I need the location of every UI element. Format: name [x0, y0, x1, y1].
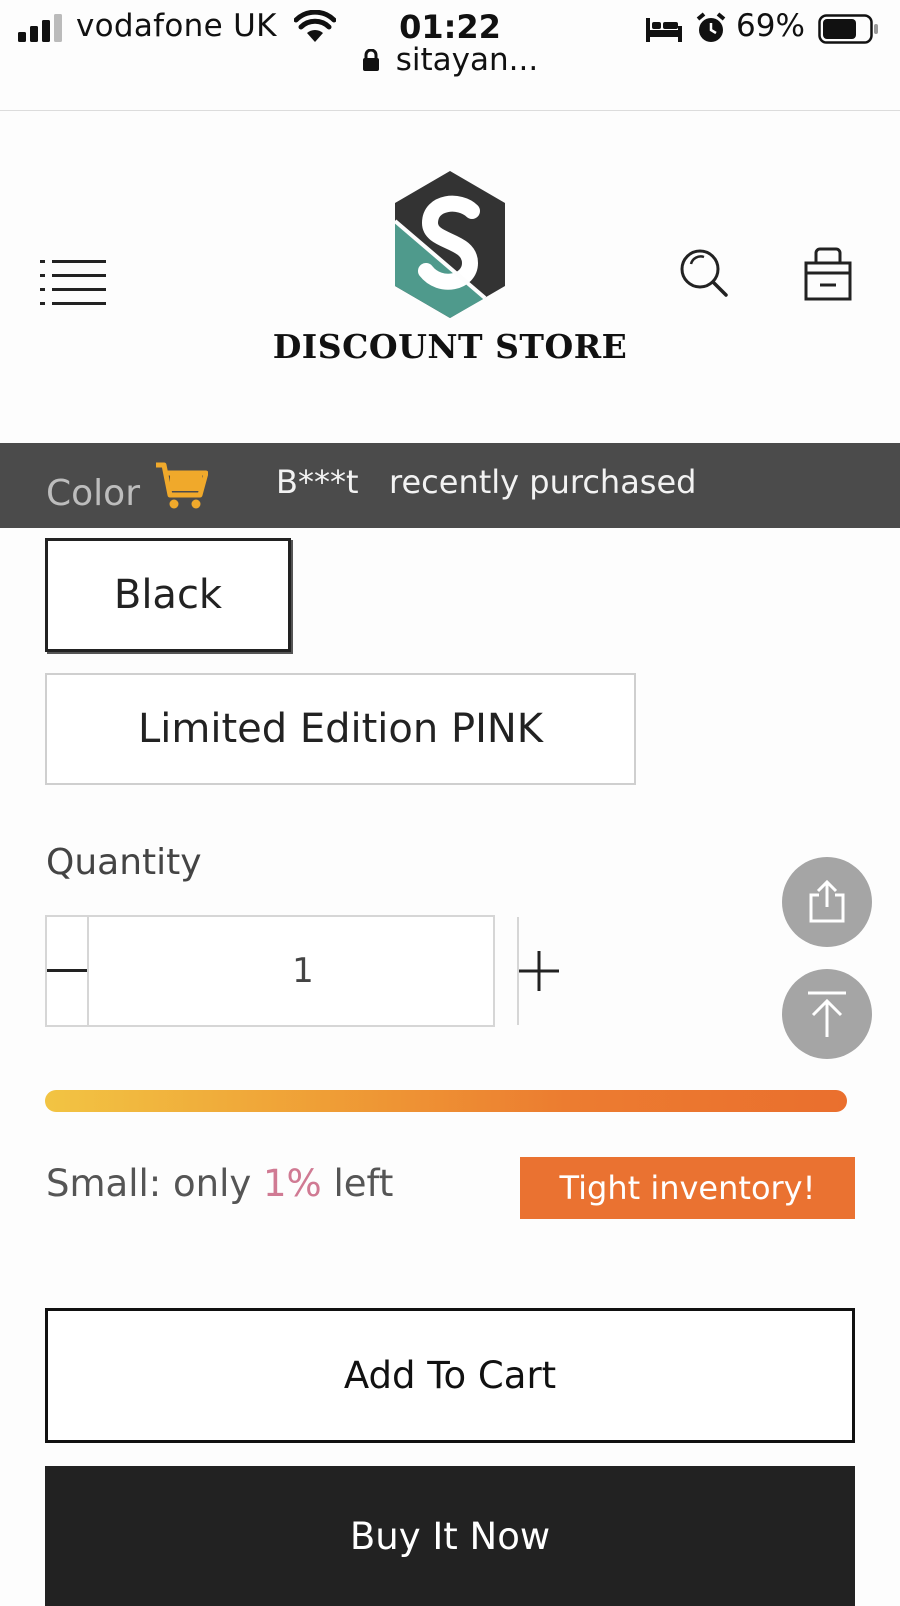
url-text: sitayan...	[395, 42, 539, 78]
battery-icon	[818, 14, 878, 44]
share-button[interactable]	[782, 857, 872, 947]
quantity-stepper	[45, 915, 559, 1027]
tight-inventory-badge: Tight inventory!	[520, 1157, 855, 1219]
arrow-up-icon	[808, 991, 846, 1037]
shopping-bag-icon[interactable]	[802, 245, 854, 301]
variant-option-black[interactable]: Black	[45, 538, 291, 652]
color-label: Color	[46, 473, 140, 514]
url-bar[interactable]: sitayan...	[0, 42, 900, 78]
share-icon	[809, 879, 845, 923]
bed-icon	[646, 18, 682, 42]
minus-icon	[47, 969, 87, 972]
battery-percent: 69%	[736, 8, 805, 44]
search-icon[interactable]	[678, 247, 730, 299]
buy-now-button[interactable]: Buy It Now	[45, 1466, 855, 1606]
inventory-suffix: left	[321, 1162, 394, 1205]
alarm-icon	[696, 12, 726, 42]
inventory-prefix: Small: only	[46, 1162, 264, 1205]
site-header: DISCOUNT STORE	[0, 111, 900, 443]
inventory-text: Small: only 1% left	[46, 1162, 393, 1205]
back-to-top-button[interactable]	[782, 969, 872, 1059]
shopping-cart-icon	[156, 462, 208, 509]
inventory-percent: 1%	[263, 1162, 322, 1205]
quantity-label: Quantity	[46, 842, 202, 883]
menu-icon[interactable]	[40, 257, 106, 307]
store-name[interactable]: DISCOUNT STORE	[0, 327, 900, 366]
add-to-cart-button[interactable]: Add To Cart	[45, 1308, 855, 1443]
store-logo[interactable]	[390, 171, 510, 321]
lock-icon	[362, 49, 379, 71]
toast-message: B***t recently purchased	[276, 463, 696, 501]
recent-purchase-toast[interactable]: Color B***t recently purchased	[0, 443, 900, 528]
status-bar: vodafone UK 01:22 sitayan... 69%	[0, 0, 900, 111]
inventory-progress-bar	[45, 1090, 847, 1112]
variant-option-pink[interactable]: Limited Edition PINK	[45, 673, 636, 785]
purchase-message: recently purchased	[389, 463, 697, 501]
buyer-name: B***t	[276, 463, 359, 501]
increment-button[interactable]	[517, 917, 559, 1025]
plus-icon	[519, 951, 559, 991]
decrement-button[interactable]	[47, 917, 89, 1025]
quantity-input[interactable]	[89, 917, 517, 1025]
